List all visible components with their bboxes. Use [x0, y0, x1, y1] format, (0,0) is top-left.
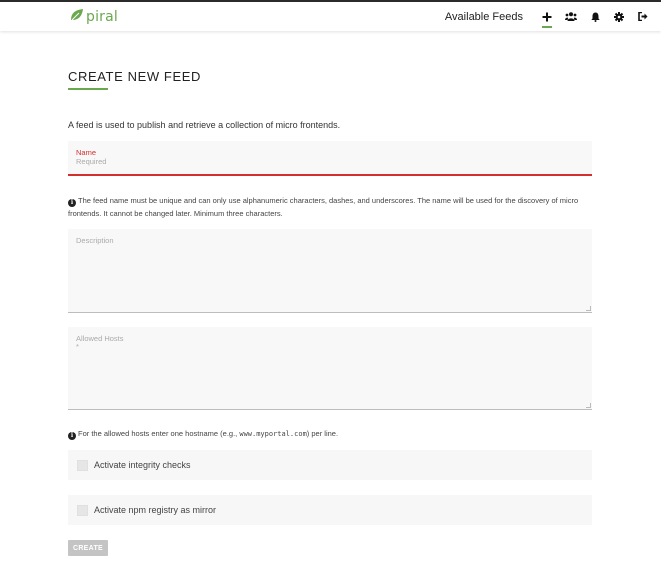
info-icon: i: [68, 199, 76, 207]
intro-text: A feed is used to publish and retrieve a…: [68, 120, 341, 130]
logo-text: piral: [86, 9, 119, 25]
allowed-hosts-value: *: [76, 342, 79, 351]
hostname-example: www.myportal.com: [239, 430, 307, 438]
npm-mirror-checkbox-label: Activate npm registry as mirror: [94, 505, 217, 515]
users-icon[interactable]: [559, 2, 583, 31]
integrity-checks-row[interactable]: Activate integrity checks: [68, 450, 592, 480]
create-button[interactable]: CREATE: [68, 540, 108, 556]
npm-mirror-checkbox[interactable]: [77, 504, 88, 516]
integrity-checkbox-label: Activate integrity checks: [94, 460, 191, 470]
leaf-icon: [70, 8, 84, 27]
page-title: CREATE NEW FEED: [68, 69, 201, 84]
hosts-hint: i For the allowed hosts enter one hostnam…: [68, 427, 338, 441]
plus-icon[interactable]: [535, 2, 559, 31]
resize-handle[interactable]: [586, 306, 591, 311]
npm-mirror-row[interactable]: Activate npm registry as mirror: [68, 495, 592, 525]
gear-icon[interactable]: [607, 2, 631, 31]
name-label: Name: [76, 148, 97, 157]
description-field[interactable]: Description: [68, 229, 592, 313]
available-feeds-link[interactable]: Available Feeds: [445, 11, 523, 23]
logo[interactable]: piral: [70, 8, 119, 27]
bell-icon[interactable]: [583, 2, 607, 31]
allowed-hosts-label: Allowed Hosts: [76, 334, 124, 343]
info-icon: i: [68, 432, 76, 440]
main-nav: Available Feeds: [445, 2, 661, 31]
top-bar: piral Available Feeds: [0, 0, 661, 31]
integrity-checkbox[interactable]: [77, 459, 88, 471]
title-underline: [68, 88, 108, 90]
sign-out-icon[interactable]: [631, 2, 655, 31]
name-placeholder: Required: [76, 157, 107, 166]
allowed-hosts-field[interactable]: Allowed Hosts *: [68, 327, 592, 410]
resize-handle[interactable]: [586, 403, 591, 408]
name-field[interactable]: Name Required: [68, 141, 592, 176]
description-placeholder: Description: [76, 236, 114, 245]
name-hint: i The feed name must be unique and can on…: [68, 196, 579, 218]
